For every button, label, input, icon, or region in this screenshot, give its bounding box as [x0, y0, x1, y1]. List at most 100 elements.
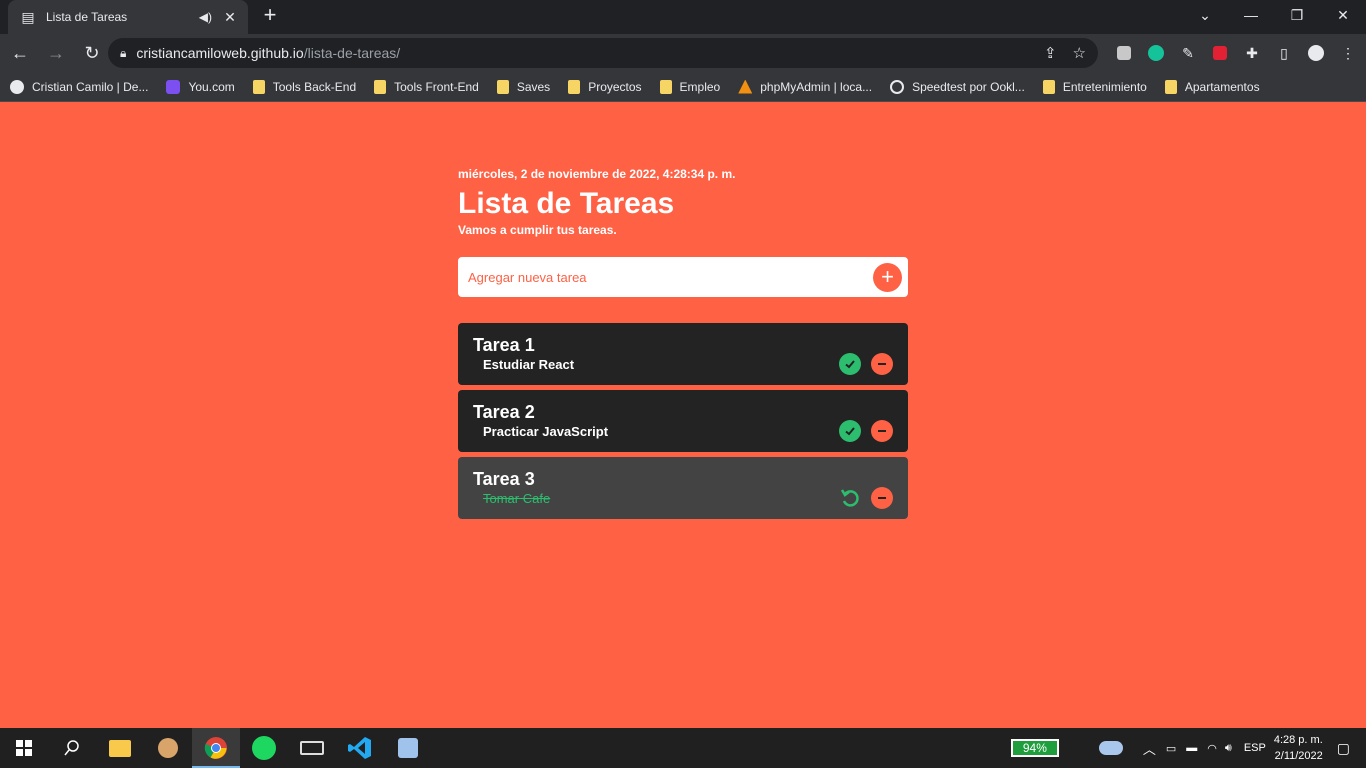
- start-button[interactable]: [0, 728, 48, 768]
- address-bar[interactable]: 🔒︎ cristiancamiloweb.github.io /lista-de…: [108, 38, 1098, 68]
- minus-icon: [878, 363, 886, 365]
- task-actions: [839, 353, 893, 375]
- you-icon: [166, 79, 181, 94]
- pen-extension-icon[interactable]: ✎: [1172, 38, 1204, 68]
- language-indicator[interactable]: ESP: [1244, 742, 1266, 754]
- profile-avatar-icon[interactable]: [1300, 38, 1332, 68]
- close-window-button[interactable]: ✕: [1320, 0, 1366, 30]
- meet-now-icon[interactable]: ▭: [1166, 742, 1176, 755]
- palette-icon: [158, 738, 178, 758]
- folder-icon: [374, 79, 387, 94]
- bookmarks-bar: Cristian Camilo | De... You.com Tools Ba…: [0, 72, 1366, 102]
- task-description: Practicar JavaScript: [483, 424, 609, 439]
- task-list: Tarea 1 Estudiar React Tarea 2 Practicar…: [458, 323, 908, 519]
- delete-task-button[interactable]: [871, 487, 893, 509]
- extensions-area: ✎ ✚ ▯ ⋮: [1108, 38, 1364, 68]
- chrome-app[interactable]: [192, 728, 240, 768]
- red-extension-icon[interactable]: [1204, 38, 1236, 68]
- clock-time: 4:28 p. m.: [1273, 734, 1323, 746]
- system-tray: 94% ︿ ▭ ▬ ◠ 🔊︎ ESP 4:28 p. m. 2/11/2022 …: [1010, 728, 1366, 768]
- bookmark-folder[interactable]: Tools Front-End: [374, 79, 479, 94]
- chrome-icon: [204, 737, 227, 759]
- bookmark-item[interactable]: Cristian Camilo | De...: [10, 79, 148, 94]
- complete-task-button[interactable]: [839, 420, 861, 442]
- reload-button[interactable]: ↻: [76, 37, 108, 69]
- url-host: cristiancamiloweb.github.io: [136, 45, 304, 61]
- delete-task-button[interactable]: [871, 353, 893, 375]
- clock-date: 2/11/2022: [1274, 750, 1323, 762]
- tab-search-icon[interactable]: ⌄: [1182, 0, 1228, 30]
- add-task-button[interactable]: +: [873, 262, 902, 292]
- bookmark-folder[interactable]: Empleo: [659, 79, 720, 94]
- puzzle-extensions-icon[interactable]: ✚: [1236, 38, 1268, 68]
- browser-tab[interactable]: ▤ Lista de Tareas ◀) ✕: [8, 0, 248, 34]
- plus-icon: +: [881, 264, 894, 289]
- wifi-icon[interactable]: ◠: [1207, 742, 1217, 755]
- task-item: Tarea 1 Estudiar React: [458, 323, 908, 385]
- browser-toolbar: ← → ↻ 🔒︎ cristiancamiloweb.github.io /li…: [0, 34, 1366, 72]
- battery-icon[interactable]: ▬: [1186, 742, 1197, 754]
- bookmark-folder[interactable]: Proyectos: [568, 79, 642, 94]
- box-app[interactable]: [384, 728, 432, 768]
- bookmark-item[interactable]: phpMyAdmin | loca...: [738, 79, 872, 94]
- bookmark-star-icon[interactable]: ☆: [1073, 44, 1086, 62]
- tab-title: Lista de Tareas: [46, 10, 128, 24]
- volume-icon[interactable]: 🔊︎: [1225, 742, 1232, 755]
- task-description: Estudiar React: [483, 357, 575, 372]
- undo-task-button[interactable]: [839, 487, 861, 509]
- back-button[interactable]: ←: [4, 37, 36, 69]
- new-tab-button[interactable]: +: [258, 4, 282, 28]
- side-panel-icon[interactable]: ▯: [1268, 38, 1300, 68]
- page-subtitle: Vamos a cumplir tus tareas.: [458, 223, 617, 237]
- menu-kebab-icon[interactable]: ⋮: [1332, 38, 1364, 68]
- lock-icon[interactable]: 🔒︎: [120, 46, 126, 61]
- battery-indicator[interactable]: 94%: [1010, 739, 1059, 757]
- restore-button[interactable]: ❐: [1274, 0, 1320, 30]
- todo-app: miércoles, 2 de noviembre de 2022, 4:28:…: [458, 102, 908, 519]
- search-button[interactable]: [48, 728, 96, 768]
- page-title: Lista de Tareas: [458, 187, 675, 220]
- notepad-favicon-icon: ▤: [21, 8, 35, 25]
- url-path: /lista-de-tareas/: [303, 45, 401, 61]
- minus-icon: [878, 430, 886, 432]
- task-item: Tarea 2 Practicar JavaScript: [458, 390, 908, 452]
- new-task-input[interactable]: [468, 269, 873, 285]
- bookmark-folder[interactable]: Tools Back-End: [252, 79, 356, 94]
- check-icon: [845, 427, 855, 436]
- show-hidden-icons-chevron-icon[interactable]: ︿: [1143, 739, 1156, 758]
- task-actions: [839, 420, 893, 442]
- bookmark-item[interactable]: You.com: [166, 79, 235, 94]
- onedrive-cloud-icon[interactable]: [1098, 741, 1123, 755]
- paint-app[interactable]: [144, 728, 192, 768]
- complete-task-button[interactable]: [839, 353, 861, 375]
- audio-icon[interactable]: ◀): [199, 10, 212, 24]
- bookmark-folder[interactable]: Entretenimiento: [1042, 79, 1147, 94]
- task-description: Tomar Cafe: [483, 491, 551, 506]
- grammarly-extension-icon[interactable]: [1140, 38, 1172, 68]
- spotify-icon: [252, 736, 276, 760]
- task-title: Tarea 1: [473, 335, 535, 355]
- windows-logo-icon: [16, 740, 32, 756]
- phpmyadmin-icon: [738, 79, 753, 94]
- undo-icon: [840, 489, 859, 507]
- bookmark-item[interactable]: Speedtest por Ookl...: [890, 79, 1025, 94]
- delete-task-button[interactable]: [871, 420, 893, 442]
- folder-icon: [1042, 79, 1055, 94]
- tab-close-icon[interactable]: ✕: [222, 9, 238, 26]
- cube-extension-icon[interactable]: [1108, 38, 1140, 68]
- clock[interactable]: 4:28 p. m. 2/11/2022: [1274, 732, 1323, 764]
- vscode-app[interactable]: [336, 728, 384, 768]
- task-item-completed: Tarea 3 Tomar Cafe: [458, 457, 908, 519]
- file-explorer-app[interactable]: [96, 728, 144, 768]
- tube-app[interactable]: [288, 728, 336, 768]
- windows-taskbar: 94% ︿ ▭ ▬ ◠ 🔊︎ ESP 4:28 p. m. 2/11/2022 …: [0, 728, 1366, 768]
- task-actions: [839, 487, 893, 509]
- folder-icon: [1164, 79, 1177, 94]
- minimize-button[interactable]: —: [1228, 0, 1274, 30]
- spotify-app[interactable]: [240, 728, 288, 768]
- bookmark-folder[interactable]: Saves: [496, 79, 550, 94]
- share-icon[interactable]: ⇪: [1044, 44, 1057, 62]
- notification-center-icon[interactable]: ▢: [1337, 740, 1350, 757]
- forward-button[interactable]: →: [40, 37, 72, 69]
- bookmark-folder[interactable]: Apartamentos: [1164, 79, 1260, 94]
